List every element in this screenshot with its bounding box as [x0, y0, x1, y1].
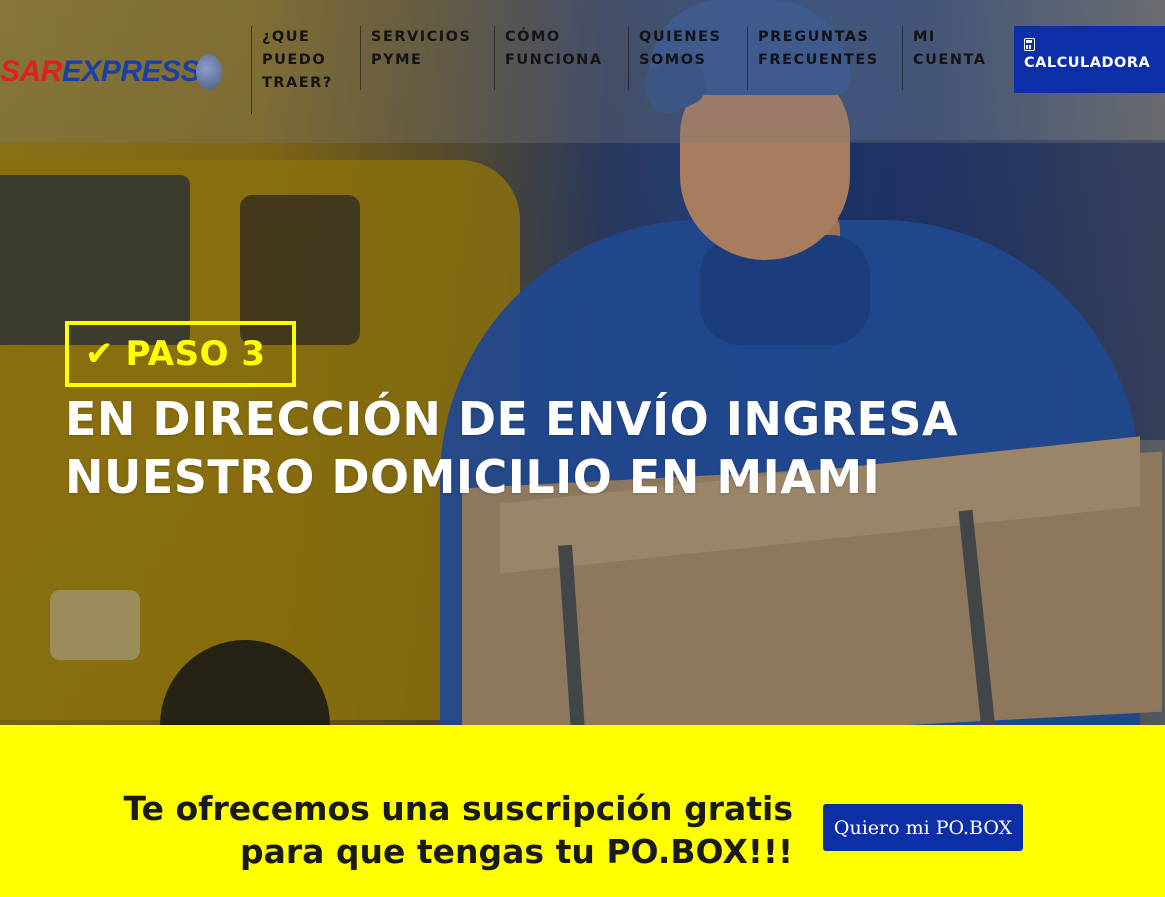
nav-label-line: FRECUENTES: [758, 52, 879, 68]
nav-label-line: PUEDO: [262, 52, 327, 68]
nav-label-line: MI: [913, 29, 936, 45]
po-box-button[interactable]: Quiero mi PO.BOX: [823, 804, 1023, 851]
nav-label-line: FUNCIONA: [505, 52, 603, 68]
calculator-icon: [1024, 38, 1035, 51]
globe-icon: [196, 54, 223, 90]
hero-headline: EN DIRECCIÓN DE ENVÍO INGRESA NUESTRO DO…: [65, 390, 1065, 506]
nav-item-preguntas-frecuentes[interactable]: PREGUNTAS FRECUENTES: [747, 26, 893, 90]
step-badge-label: PASO 3: [125, 334, 266, 374]
step-badge: ✔ PASO 3: [65, 321, 296, 387]
checkmark-icon: ✔: [85, 334, 114, 374]
nav-item-como-funciona[interactable]: CÓMO FUNCIONA: [494, 26, 619, 90]
nav-label-line: PREGUNTAS: [758, 29, 870, 45]
nav-label-line: ¿QUE: [262, 29, 311, 45]
logo-text-sar: SAR: [0, 55, 62, 88]
nav-label-line: QUIENES: [639, 29, 722, 45]
nav-item-mi-cuenta[interactable]: MI CUENTA: [902, 26, 1003, 90]
hero-headline-line: EN DIRECCIÓN DE ENVÍO INGRESA: [65, 392, 959, 446]
logo-text-express: EXPRESS: [61, 55, 201, 88]
calculator-button-label: CALCULADORA: [1024, 55, 1151, 71]
nav-label-line: TRAER?: [262, 75, 333, 91]
cta-text: Te ofrecemos una suscripción gratis para…: [123, 787, 793, 873]
cta-text-line: para que tengas tu PO.BOX!!!: [239, 832, 793, 871]
nav-item-que-puedo-traer[interactable]: ¿QUE PUEDO TRAER?: [251, 26, 352, 114]
calculator-button[interactable]: CALCULADORA: [1014, 26, 1165, 93]
nav-item-quienes-somos[interactable]: QUIENES SOMOS: [628, 26, 739, 90]
site-logo[interactable]: SAR EXPRESS: [0, 52, 223, 92]
nav-label-line: SOMOS: [639, 52, 707, 68]
cta-text-line: Te ofrecemos una suscripción gratis: [123, 789, 793, 828]
site-header: SAR EXPRESS ¿QUE PUEDO TRAER? SERVICIOS …: [0, 0, 1165, 143]
nav-label-line: PYME: [371, 52, 423, 68]
nav-label-line: CUENTA: [913, 52, 987, 68]
hero-headline-line: NUESTRO DOMICILIO EN MIAMI: [65, 450, 881, 504]
nav-label-line: SERVICIOS: [371, 29, 472, 45]
nav-label-line: CÓMO: [505, 29, 561, 45]
nav-item-servicios-pyme[interactable]: SERVICIOS PYME: [360, 26, 485, 90]
